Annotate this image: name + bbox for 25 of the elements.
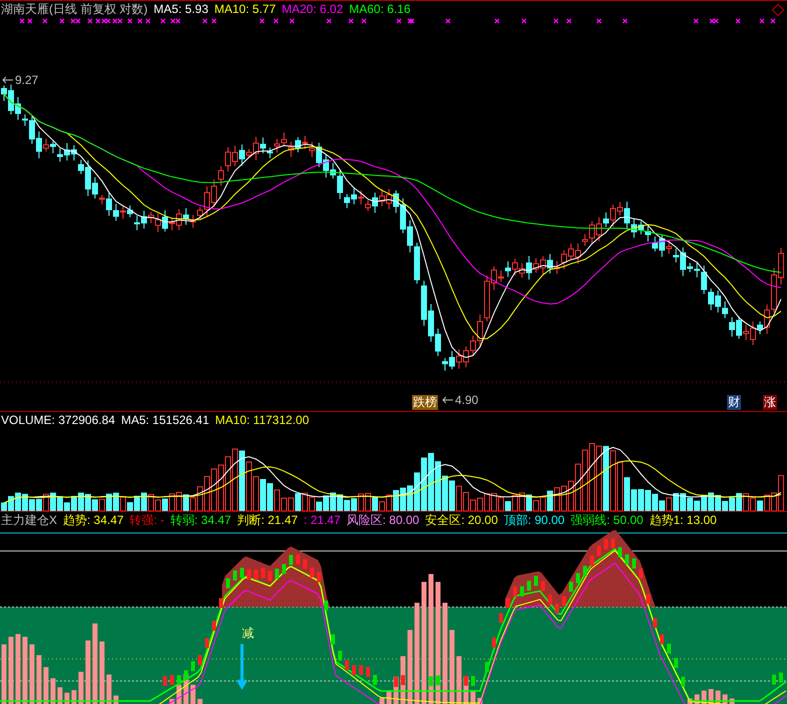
indicator-value: MA60: 6.16 — [349, 1, 410, 18]
chart-title: 湖南天雁(日线 前复权 对数) — [1, 1, 148, 18]
signal-label: 减 — [242, 626, 254, 640]
price-label: 9.27 — [15, 73, 38, 87]
indicator-value: MA10: 117312.00 — [215, 412, 310, 429]
indicator-value: VOLUME: 372906.84 — [1, 412, 116, 429]
price-label: 4.90 — [455, 393, 478, 407]
event-tag: 财 — [727, 395, 741, 410]
indicator-value: MA5: 5.93 — [154, 1, 208, 18]
indicator-value: MA20: 6.02 — [282, 1, 344, 18]
indicator-value: 强弱线: 50.00 — [570, 512, 644, 529]
indicator-value: MA5: 151526.41 — [121, 412, 210, 429]
indicator-value: 安全区: 20.00 — [425, 512, 498, 529]
indicator-value: MA10: 5.77 — [214, 1, 276, 18]
indicator-value: 判断: 21.47 — [237, 512, 298, 529]
indicator-value: 顶部: 90.00 — [504, 512, 565, 529]
event-tag: 跌榜 — [412, 395, 438, 410]
chart-title: 主力建仓X — [1, 512, 58, 529]
indicator-value: 转强: - — [130, 512, 164, 529]
indicator-value: 趋势1: 13.00 — [649, 512, 717, 529]
indicator-value: 风险区: 80.00 — [346, 512, 420, 529]
indicator-value: 转弱: 34.47 — [170, 512, 232, 529]
indicator-value: : 21.47 — [304, 512, 340, 529]
event-tag: 涨 — [763, 395, 777, 410]
indicator-value: 趋势: 34.47 — [63, 512, 124, 529]
